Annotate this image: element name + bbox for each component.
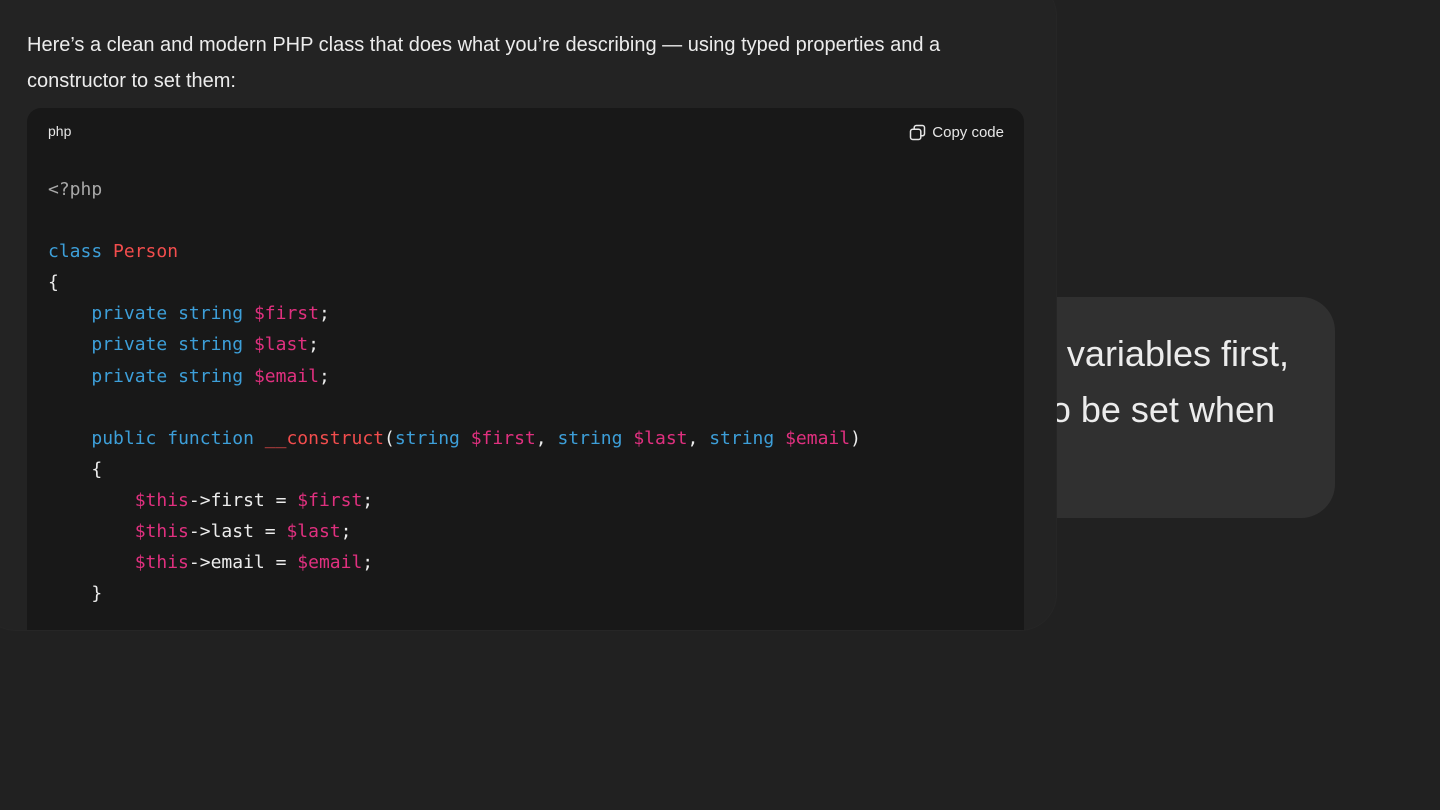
code-line: } — [48, 578, 861, 609]
copy-code-button[interactable]: Copy code — [909, 120, 1004, 144]
code-token: $this — [134, 552, 189, 574]
code-token: $email — [785, 427, 851, 449]
code-line: { — [48, 267, 861, 298]
user-message-line: variables first, — [1066, 333, 1289, 374]
code-token: ; — [362, 489, 374, 511]
code-token: function — [167, 427, 254, 449]
code-line: $this->first = $first; — [48, 485, 861, 516]
code-token: string — [394, 427, 460, 449]
copy-code-label: Copy code — [932, 123, 1004, 141]
code-line: <?php — [48, 174, 861, 205]
code-line: { — [48, 454, 861, 485]
code-token: public — [91, 427, 157, 449]
code-token: $last — [286, 521, 341, 543]
copy-icon — [909, 124, 926, 141]
code-token: $this — [134, 489, 189, 511]
code-token: private — [91, 303, 168, 325]
assistant-intro-text: Here’s a clean and modern PHP class that… — [27, 34, 941, 92]
code-token: ; — [308, 334, 319, 356]
code-block: php Copy code <?php class Person { privat… — [27, 108, 1024, 630]
code-line: class Person — [48, 236, 861, 267]
code-token: { — [48, 458, 103, 480]
code-token: ->last = — [188, 521, 287, 543]
code-token: string — [557, 427, 623, 449]
code-token: <?php — [48, 179, 103, 200]
code-token: $last — [253, 334, 309, 356]
code-token: } — [48, 583, 103, 605]
code-line: public function __construct(string $firs… — [48, 423, 861, 454]
code-token: ->email = — [188, 552, 298, 574]
code-token: Person — [113, 241, 179, 263]
code-block-header: php Copy code — [27, 108, 1024, 156]
chat-view: variables first, o be set when Here’s a … — [0, 0, 1440, 810]
code-token: $email — [253, 365, 319, 387]
code-line: $this->email = $email; — [48, 547, 861, 578]
code-token: string — [178, 334, 244, 356]
code-token: $first — [297, 489, 363, 511]
code-line: private string $last; — [48, 329, 861, 360]
code-token: ->first = — [188, 489, 298, 511]
code-token: string — [178, 303, 244, 325]
code-token: ; — [340, 521, 352, 543]
code-token: , — [687, 427, 710, 449]
code-token: { — [48, 272, 59, 294]
code-token: string — [178, 365, 244, 387]
code-token: private — [91, 365, 168, 387]
code-token: string — [709, 427, 775, 449]
code-token: class — [48, 241, 103, 263]
code-token: $first — [470, 427, 536, 449]
code-token: ( — [384, 427, 395, 449]
code-token: $first — [253, 303, 319, 325]
code-token: __construct — [264, 427, 384, 449]
code-token: $last — [633, 427, 688, 449]
code-token: ; — [362, 552, 374, 574]
assistant-message: Here’s a clean and modern PHP class that… — [0, 0, 1056, 630]
code-language-label: php — [48, 123, 72, 139]
code-token: ; — [318, 303, 330, 325]
code-line: private string $email; — [48, 361, 861, 392]
code-token: $email — [297, 552, 363, 574]
code-token: ; — [318, 365, 330, 387]
user-message-line: o be set when — [1050, 389, 1275, 430]
code-content: <?php class Person { private string $firs… — [48, 174, 861, 609]
code-token: private — [91, 334, 168, 356]
code-line: private string $first; — [48, 298, 861, 329]
code-token: ) — [850, 427, 861, 449]
code-token: , — [535, 427, 558, 449]
code-line: $this->last = $last; — [48, 516, 861, 547]
code-token: $this — [134, 521, 189, 543]
